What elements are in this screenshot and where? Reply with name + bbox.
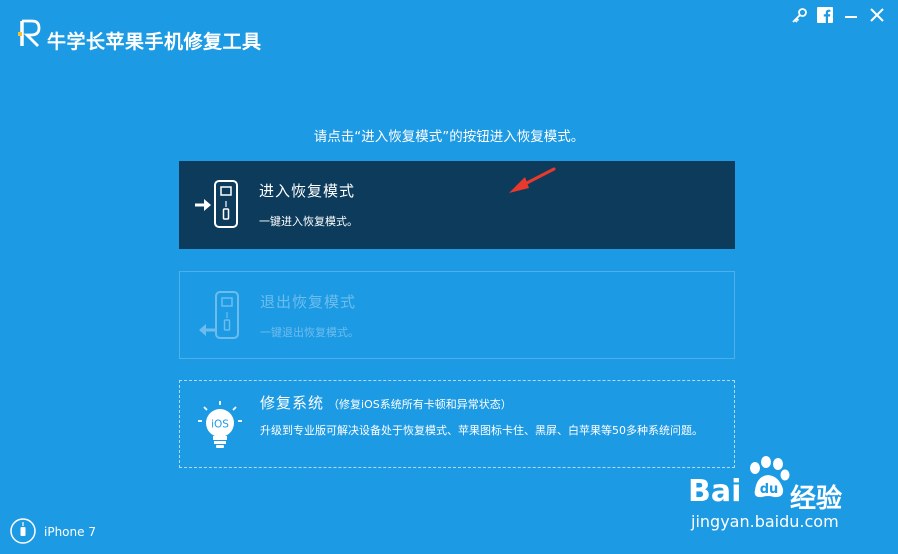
baidu-paw-icon: du [750,456,790,498]
repair-system-title: 修复系统 （修复iOS系统所有卡顿和异常状态） [260,392,512,413]
ios-bulb-icon: iOS [198,401,242,448]
close-button[interactable] [864,5,890,25]
exit-recovery-mode-button[interactable]: 退出恢复模式 一键退出恢复模式。 [179,271,735,359]
ios-bulb-label: iOS [211,419,229,431]
device-connector-icon [10,518,36,544]
svg-text:du: du [760,482,779,497]
watermark-brand-right: 经验 [790,484,843,514]
app-logo-icon [18,19,41,47]
minimize-icon [845,16,857,18]
instruction-text: 请点击“进入恢复模式”的按钮进入恢复模式。 [313,129,585,145]
close-icon [870,8,884,22]
watermark-url: jingyan.baidu.com [691,512,839,531]
key-icon [791,7,807,23]
key-button[interactable] [786,5,812,25]
enter-recovery-subtitle: 一键进入恢复模式。 [259,215,358,228]
enter-recovery-mode-button[interactable]: 进入恢复模式 一键进入恢复模式。 [179,161,735,249]
red-arrow-annotation [509,167,556,193]
phone-exit-icon [199,291,239,339]
repair-system-button[interactable]: iOS 修复系统 （修复iOS系统所有卡顿和异常状态） 升级到专业版可解决设备处于… [179,380,735,468]
repair-system-subtitle: 升级到专业版可解决设备处于恢复模式、苹果图标卡住、黑屏、白苹果等50多种系统问题… [260,424,703,437]
enter-recovery-title: 进入恢复模式 [259,182,356,200]
watermark-brand-left: Bai [688,474,742,509]
device-name: iPhone 7 [44,525,96,539]
repair-system-note: （修复iOS系统所有卡顿和异常状态） [328,398,512,411]
facebook-icon [817,7,833,23]
app-title: 牛学长苹果手机修复工具 [47,31,262,53]
facebook-button[interactable] [812,5,838,25]
minimize-button[interactable] [838,5,864,25]
window-controls [786,5,890,25]
exit-recovery-title: 退出恢复模式 [260,293,357,311]
exit-recovery-subtitle: 一键退出恢复模式。 [260,326,359,339]
repair-system-title-text: 修复系统 [260,394,325,412]
phone-enter-icon [195,180,238,228]
